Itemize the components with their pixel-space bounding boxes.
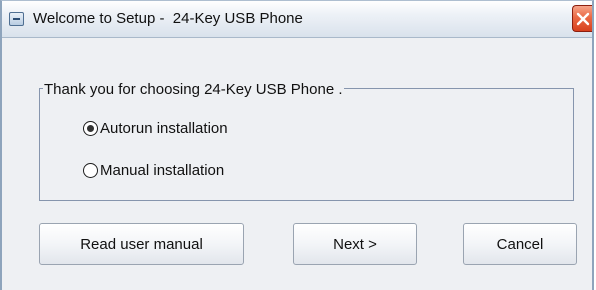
cancel-button[interactable]: Cancel: [463, 223, 577, 265]
close-button[interactable]: [572, 5, 592, 32]
installation-options-group: [39, 88, 574, 201]
radio-label-autorun: Autorun installation: [100, 120, 228, 137]
radio-label-manual: Manual installation: [100, 162, 225, 179]
radio-button-unselected[interactable]: [83, 163, 98, 178]
title-bar[interactable]: Welcome to Setup - 24-Key USB Phone: [2, 1, 592, 38]
setup-window: Welcome to Setup - 24-Key USB Phone Than…: [0, 0, 594, 290]
window-title: Welcome to Setup - 24-Key USB Phone: [33, 10, 303, 27]
radio-autorun-installation[interactable]: Autorun installation: [83, 120, 228, 137]
radio-manual-installation[interactable]: Manual installation: [83, 162, 224, 179]
next-button[interactable]: Next >: [293, 223, 417, 265]
group-legend: Thank you for choosing 24-Key USB Phone …: [43, 81, 344, 98]
read-user-manual-button[interactable]: Read user manual: [39, 223, 244, 265]
window-menu-icon[interactable]: [9, 12, 24, 26]
radio-button-selected[interactable]: [83, 121, 98, 136]
